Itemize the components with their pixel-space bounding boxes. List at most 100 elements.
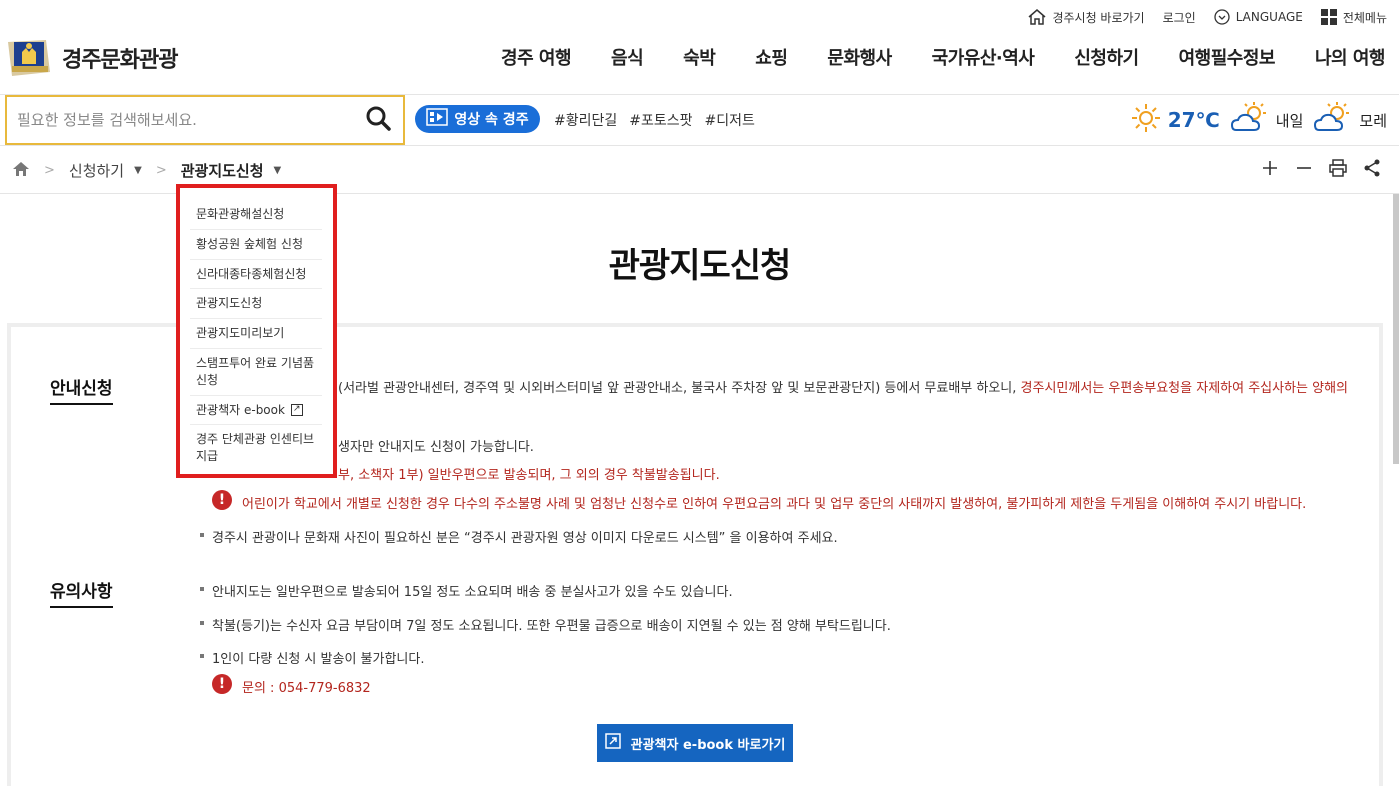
zoom-in-icon[interactable] — [1261, 159, 1279, 177]
scrollbar[interactable] — [1393, 194, 1399, 464]
today-temperature: 27℃ — [1167, 108, 1220, 132]
bullet — [200, 587, 204, 591]
search-button[interactable] — [363, 105, 393, 135]
print-icon[interactable] — [1329, 159, 1347, 177]
breadcrumb: > 신청하기 ▼ > 관광지도신청 ▼ — [12, 160, 281, 181]
breadcrumb-level1[interactable]: 신청하기 — [69, 160, 124, 181]
dropdown-item[interactable]: 스탬프투어 완료 기념품 신청 — [190, 349, 322, 396]
nav-item[interactable]: 경주 여행 — [481, 44, 591, 70]
notice-line1: 안내지도는 일반우편으로 발송되어 15일 정도 소요되며 배송 중 분실사고가… — [212, 585, 733, 600]
breadcrumb-level2[interactable]: 관광지도신청 — [181, 160, 264, 181]
chevron-circle-icon — [1214, 9, 1230, 25]
all-menu-label: 전체메뉴 — [1342, 10, 1387, 25]
dropdown-item[interactable]: 관광지도신청 — [190, 289, 322, 320]
guide-line1: (서라벌 관광안내센터, 경주역 및 시외버스터미널 앞 관광안내소, 불국사 … — [338, 377, 1348, 396]
contact-info: 문의 : 054-779-6832 — [242, 681, 371, 696]
caret-down-icon[interactable]: ▼ — [134, 165, 142, 176]
sun-cloud-icon — [1313, 102, 1353, 138]
dropdown-item[interactable]: 신라대종타종체험신청 — [190, 260, 322, 290]
home-icon[interactable] — [12, 161, 30, 181]
dropdown-item-label: 관광책자 e-book — [196, 402, 285, 417]
external-link-icon — [604, 733, 621, 753]
external-link-icon — [290, 403, 303, 416]
logo-emblem-icon — [6, 38, 52, 78]
weather-today: 27℃ — [1130, 102, 1220, 138]
video-gyeongju-button[interactable]: 영상 속 경주 — [415, 105, 540, 133]
hashtag-link[interactable]: #디저트 — [705, 110, 755, 130]
hashtag-link[interactable]: #황리단길 — [554, 110, 617, 130]
dropdown-item-label: 스탬프투어 완료 기념품 신청 — [196, 355, 315, 387]
hashtag-list: #황리단길 #포토스팟 #디저트 — [554, 110, 755, 130]
language-label: LANGUAGE — [1235, 10, 1303, 24]
divider — [0, 145, 1399, 146]
guide-line1-red: 경주시민께서는 우편송부요청을 자제하여 주십사하는 양해의 — [1020, 381, 1349, 396]
dropdown-item[interactable]: 황성공원 숲체험 신청 — [190, 230, 322, 260]
site-logo[interactable]: 경주문화관광 — [6, 38, 178, 78]
warning-icon: ! — [212, 490, 232, 510]
nav-item[interactable]: 국가유산·역사 — [912, 44, 1055, 70]
hashtag-link[interactable]: #포토스팟 — [629, 110, 692, 130]
section-notice-title: 유의사항 — [50, 577, 113, 608]
film-icon — [426, 108, 449, 130]
dropdown-item-label: 황성공원 숲체험 신청 — [196, 236, 303, 251]
dropdown-item[interactable]: 관광지도미리보기 — [190, 319, 322, 349]
guide-line5: 경주시 관광이나 문화재 사진이 필요하신 분은 “경주시 관광자원 영상 이미… — [212, 531, 838, 546]
login-label: 로그인 — [1162, 10, 1196, 25]
ebook-button-label: 관광책자 e-book 바로가기 — [630, 737, 786, 753]
sun-cloud-icon — [1230, 102, 1270, 138]
guide-line1-text: (서라벌 관광안내센터, 경주역 및 시외버스터미널 앞 관광안내소, 불국사 … — [338, 381, 1021, 396]
logo-title: 경주문화관광 — [62, 48, 178, 73]
weather-day-after[interactable]: 모레 — [1313, 102, 1387, 138]
zoom-out-icon[interactable] — [1295, 159, 1313, 177]
dropdown-list: 문화관광해설신청황성공원 숲체험 신청신라대종타종체험신청관광지도신청관광지도미… — [190, 200, 322, 471]
guide-line4: 어린이가 학교에서 개별로 신청한 경우 다수의 주소불명 사례 및 엄청난 신… — [242, 497, 1307, 512]
utility-bar: 경주시청 바로가기 로그인 LANGUAGE 전체메뉴 — [1028, 0, 1387, 34]
page-tools — [1261, 159, 1381, 177]
chevron-right-icon: > — [44, 163, 55, 178]
weather-widget: 27℃ 내일 모레 — [1130, 102, 1387, 138]
home-icon — [1028, 9, 1046, 25]
main-navigation: 경주 여행 음식 숙박 쇼핑 문화행사 국가유산·역사 신청하기 여행필수정보 나의 여행 — [481, 44, 1385, 70]
notice-line2: 착불(등기)는 수신자 요금 부담이며 7일 정도 소요됩니다. 또한 우편물 … — [212, 619, 891, 634]
share-icon[interactable] — [1363, 159, 1381, 177]
city-hall-link[interactable]: 경주시청 바로가기 — [1028, 9, 1145, 26]
tomorrow-label: 내일 — [1275, 111, 1304, 130]
dropdown-item[interactable]: 관광책자 e-book — [190, 396, 322, 426]
sun-icon — [1130, 102, 1162, 138]
language-selector[interactable]: LANGUAGE — [1214, 9, 1303, 25]
ebook-link-button[interactable]: 관광책자 e-book 바로가기 — [597, 724, 793, 762]
weather-tomorrow[interactable]: 내일 — [1230, 102, 1304, 138]
warning-icon: ! — [212, 674, 232, 694]
dropdown-item-label: 관광지도미리보기 — [196, 326, 285, 341]
section-guide-title: 안내신청 — [50, 374, 113, 405]
dropdown-item[interactable]: 경주 단체관광 인센티브 지급 — [190, 425, 322, 471]
dropdown-item[interactable]: 문화관광해설신청 — [190, 200, 322, 230]
caret-down-icon[interactable]: ▼ — [274, 165, 282, 176]
search-input[interactable] — [17, 111, 363, 129]
dropdown-item-label: 관광지도신청 — [196, 296, 263, 311]
video-button-label: 영상 속 경주 — [454, 112, 529, 128]
dropdown-item-label: 경주 단체관광 인센티브 지급 — [196, 432, 315, 464]
notice-line3: 1인이 다량 신청 시 발송이 불가합니다. — [212, 652, 425, 667]
guide-line3: 부, 소책자 1부) 일반우편으로 발송되며, 그 외의 경우 착불발송됩니다. — [338, 468, 720, 483]
dropdown-item-label: 문화관광해설신청 — [196, 207, 285, 221]
search-box — [5, 95, 405, 145]
nav-item[interactable]: 문화행사 — [807, 44, 911, 70]
breadcrumb-dropdown: 문화관광해설신청황성공원 숲체험 신청신라대종타종체험신청관광지도신청관광지도미… — [176, 184, 337, 478]
nav-item[interactable]: 음식 — [591, 44, 663, 70]
grid-icon — [1320, 9, 1337, 25]
day-after-label: 모레 — [1359, 111, 1387, 130]
nav-item[interactable]: 쇼핑 — [735, 44, 807, 70]
chevron-right-icon: > — [155, 163, 167, 178]
search-icon — [365, 105, 391, 135]
bullet — [200, 533, 204, 537]
nav-item[interactable]: 나의 여행 — [1295, 44, 1386, 70]
nav-item[interactable]: 신청하기 — [1054, 44, 1158, 70]
dropdown-item-label: 신라대종타종체험신청 — [196, 266, 307, 281]
all-menu-button[interactable]: 전체메뉴 — [1320, 9, 1387, 26]
guide-line2: 생자만 안내지도 신청이 가능합니다. — [338, 440, 534, 455]
city-hall-label: 경주시청 바로가기 — [1052, 10, 1145, 25]
nav-item[interactable]: 여행필수정보 — [1159, 44, 1295, 70]
nav-item[interactable]: 숙박 — [663, 44, 735, 70]
login-link[interactable]: 로그인 — [1163, 9, 1196, 26]
